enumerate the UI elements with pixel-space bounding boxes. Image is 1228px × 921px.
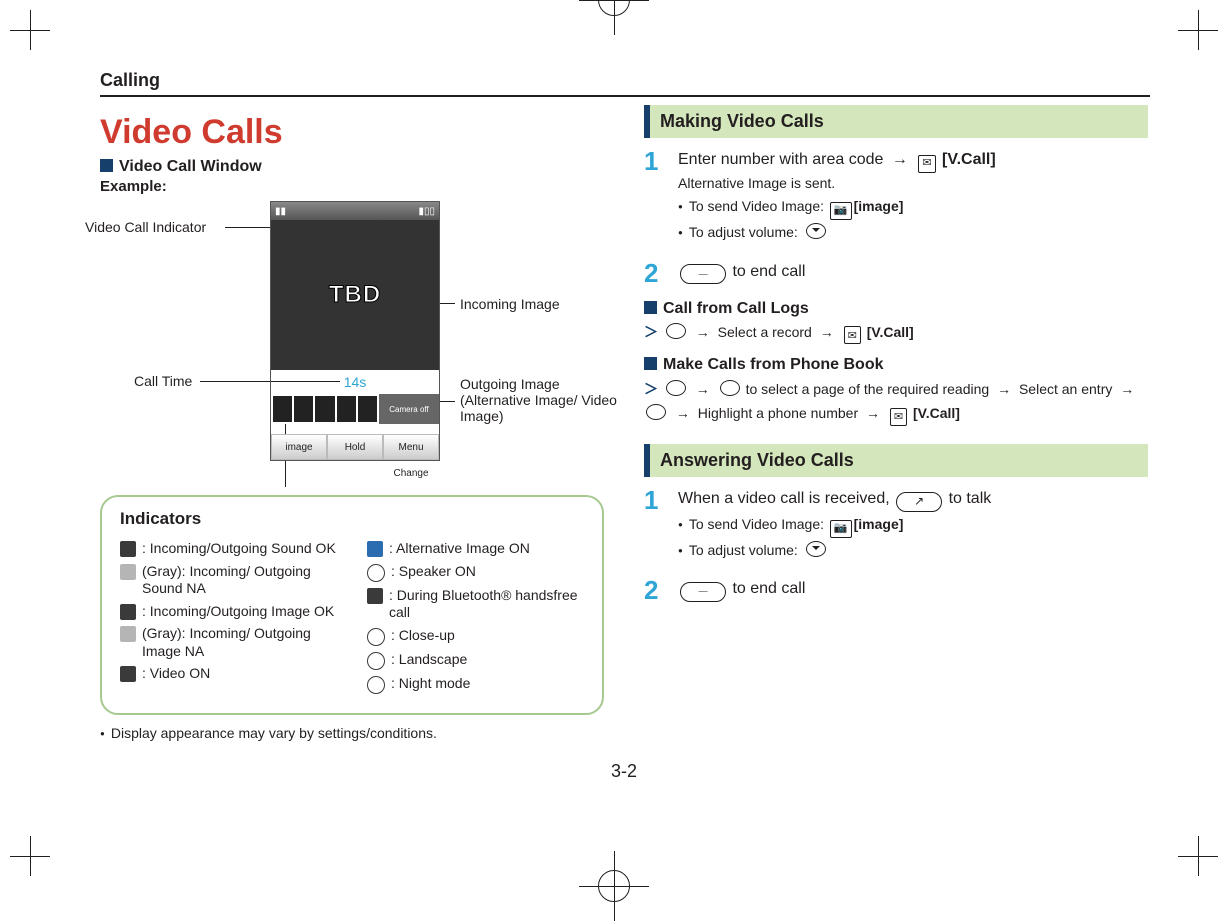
indicator-text: : Incoming/Outgoing Image OK (142, 603, 334, 621)
nav-key-icon (806, 541, 826, 557)
end-key-icon: ⏤ (680, 264, 726, 284)
phone-screenshot: ▮▮▮▯▯ TBD 14s Camera off image Hold Menu… (270, 201, 440, 461)
indicator-text: : Landscape (391, 651, 467, 669)
answer-step1-a: When a video call is received, (678, 490, 890, 507)
chevron-icon: ＞ (644, 381, 658, 397)
tbd-overlay: TBD (271, 220, 439, 370)
arrow-icon: → (696, 381, 710, 397)
indicator-text: : Video ON (142, 665, 210, 683)
nav-key-icon (666, 323, 686, 339)
step-number: 1 (644, 487, 666, 563)
camera-key-icon: 📷 (830, 520, 852, 538)
indicator-text: : During Bluetooth® handsfree call (389, 587, 584, 622)
label-call-time: Call Time (134, 373, 192, 389)
phonebook-step-c: Highlight a phone number (698, 405, 858, 421)
image-na-icon (120, 626, 136, 642)
arrow-icon: → (1120, 381, 1134, 397)
talk-key-icon: ↗ (896, 492, 942, 512)
camera-key-icon: 📷 (830, 202, 852, 220)
softkey-menu: Menu Change (383, 434, 439, 460)
example-label: Example: (100, 178, 604, 195)
adjust-volume-text: To adjust volume: (689, 224, 798, 240)
call-from-logs-title: Call from Call Logs (663, 300, 809, 317)
phonebook-step-b: Select an entry (1019, 381, 1112, 397)
send-video-image-text: To send Video Image: (689, 198, 824, 214)
indicator-text: : Night mode (391, 675, 470, 693)
step-number: 2 (644, 577, 666, 603)
indicator-text: : Close-up (391, 627, 455, 645)
label-outgoing-image: Outgoing Image (Alternative Image/ Video… (460, 376, 620, 424)
nav-key-icon (646, 404, 666, 420)
page-number: 3-2 (100, 761, 1148, 782)
step-number: 2 (644, 260, 666, 286)
end-call-text: to end call (732, 580, 805, 597)
video-on-icon (120, 666, 136, 682)
sound-ok-icon (120, 541, 136, 557)
square-bullet-icon (644, 301, 657, 314)
arrow-icon: → (696, 324, 710, 340)
nav-key-icon (720, 380, 740, 396)
indicator-text: : Alternative Image ON (389, 540, 530, 558)
call-time-value: 14s (271, 370, 439, 394)
arrow-icon: → (676, 405, 690, 421)
softkey-image: image (271, 434, 327, 460)
arrow-icon: → (820, 324, 834, 340)
bluetooth-icon (367, 588, 383, 604)
end-key-icon: ⏤ (680, 582, 726, 602)
answer-step1-b: to talk (949, 490, 992, 507)
indicator-text: (Gray): Incoming/ Outgoing Sound NA (142, 563, 337, 598)
indicators-title: Indicators (120, 509, 584, 529)
indicators-box: Indicators : Incoming/Outgoing Sound OK … (100, 495, 604, 715)
chevron-icon: ＞ (644, 324, 658, 340)
step-number: 1 (644, 148, 666, 246)
mail-key-icon: ✉ (844, 326, 861, 344)
select-record-text: Select a record (718, 324, 812, 340)
display-note: Display appearance may vary by settings/… (100, 725, 437, 741)
step1-text: Enter number with area code (678, 151, 883, 168)
vcall-key-label: [V.Call] (867, 324, 914, 340)
making-video-calls-heading: Making Video Calls (644, 105, 1148, 138)
sound-na-icon (120, 564, 136, 580)
nav-key-icon (806, 223, 826, 239)
nav-key-icon (666, 380, 686, 396)
softkey-hold: Hold (327, 434, 383, 460)
alt-image-icon (367, 541, 383, 557)
speaker-on-icon (367, 564, 385, 582)
image-key-label: [image] (854, 516, 904, 532)
square-bullet-icon (100, 159, 113, 172)
section-header: Calling (100, 70, 1148, 91)
adjust-volume-text: To adjust volume: (689, 542, 798, 558)
mail-key-icon: ✉ (890, 408, 907, 426)
indicator-text: : Speaker ON (391, 563, 476, 581)
vcall-key-label: [V.Call] (913, 405, 960, 421)
answering-video-calls-heading: Answering Video Calls (644, 444, 1148, 477)
arrow-icon: → (866, 405, 880, 421)
end-call-text: to end call (732, 263, 805, 280)
page-title: Video Calls (100, 113, 604, 152)
vcall-key-label: [V.Call] (942, 151, 996, 168)
arrow-icon: → (997, 381, 1011, 397)
make-calls-phonebook-title: Make Calls from Phone Book (663, 356, 884, 373)
header-rule (100, 95, 1150, 97)
phonebook-step-a: to select a page of the required reading (746, 381, 990, 397)
closeup-icon (367, 628, 385, 646)
image-key-label: [image] (854, 198, 904, 214)
indicator-text: (Gray): Incoming/ Outgoing Image NA (142, 625, 337, 660)
mail-key-icon: ✉ (918, 155, 935, 173)
image-ok-icon (120, 604, 136, 620)
label-video-call-indicator: Video Call Indicator (85, 219, 206, 235)
video-call-window-title: Video Call Window (119, 158, 262, 175)
camera-off-label: Camera off (379, 394, 439, 424)
alt-image-sent: Alternative Image is sent. (678, 173, 1148, 195)
landscape-icon (367, 652, 385, 670)
indicator-text: : Incoming/Outgoing Sound OK (142, 540, 336, 558)
send-video-image-text: To send Video Image: (689, 516, 824, 532)
label-incoming-image: Incoming Image (460, 296, 560, 312)
square-bullet-icon (644, 357, 657, 370)
arrow-icon: → (892, 151, 908, 168)
video-call-diagram: Video Call Indicator Call Time Incoming … (100, 201, 604, 491)
night-mode-icon (367, 676, 385, 694)
